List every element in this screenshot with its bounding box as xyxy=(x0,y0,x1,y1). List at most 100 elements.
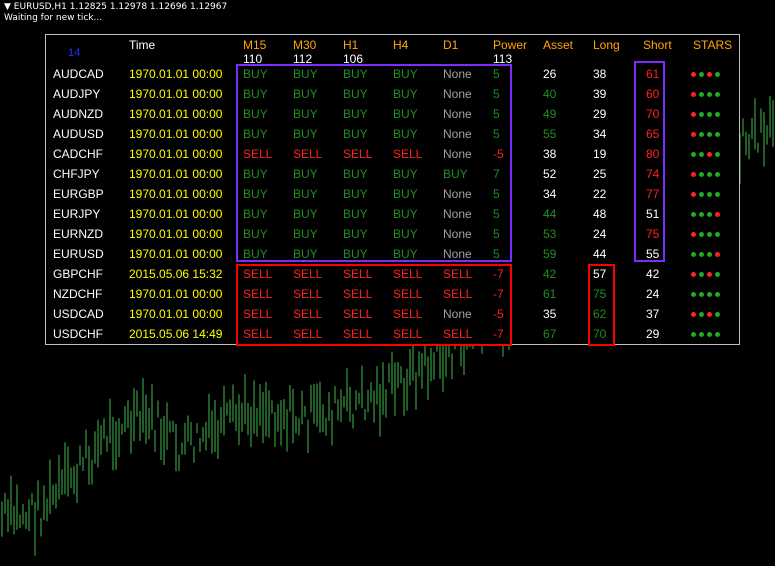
short-value: 24 xyxy=(646,287,660,301)
signal-m15: SELL xyxy=(243,307,273,321)
signal-time: 2015.05.06 14:49 xyxy=(129,327,223,341)
signal-m30: BUY xyxy=(293,67,318,81)
collapse-arrow-icon[interactable]: ▼ xyxy=(4,2,14,12)
pair-label: AUDNZD xyxy=(53,107,103,121)
signal-d1: SELL xyxy=(443,327,473,341)
signal-time: 1970.01.01 00:00 xyxy=(129,127,223,141)
long-value: 25 xyxy=(593,167,607,181)
long-value: 34 xyxy=(593,127,607,141)
star-dot-red xyxy=(715,252,720,257)
star-dot-green xyxy=(707,92,712,97)
power-value: -7 xyxy=(493,287,504,301)
signal-time: 1970.01.01 00:00 xyxy=(129,287,223,301)
asset-value: 26 xyxy=(543,67,557,81)
asset-value: 44 xyxy=(543,207,557,221)
signal-time: 2015.05.06 15:32 xyxy=(129,267,223,281)
signal-h1: BUY xyxy=(343,127,368,141)
long-value: 38 xyxy=(593,67,607,81)
star-dot-green xyxy=(699,272,704,277)
signal-m30: BUY xyxy=(293,227,318,241)
star-dot-green xyxy=(715,152,720,157)
star-dot-red xyxy=(691,112,696,117)
pair-label: EURGBP xyxy=(53,187,104,201)
signal-time: 1970.01.01 00:00 xyxy=(129,107,223,121)
star-dot-red xyxy=(691,72,696,77)
long-value: 29 xyxy=(593,107,607,121)
asset-value: 35 xyxy=(543,307,557,321)
signal-d1: SELL xyxy=(443,267,473,281)
power-value: 5 xyxy=(493,227,500,241)
long-value: 22 xyxy=(593,187,607,201)
pair-label: GBPCHF xyxy=(53,267,104,281)
star-dot-red xyxy=(715,212,720,217)
asset-value: 52 xyxy=(543,167,557,181)
star-dot-green xyxy=(691,152,696,157)
signal-m30: BUY xyxy=(293,167,318,181)
pair-label: AUDCAD xyxy=(53,67,104,81)
star-dot-green xyxy=(715,292,720,297)
pair-label: EURUSD xyxy=(53,247,104,261)
star-dot-red xyxy=(691,232,696,237)
power-value: 5 xyxy=(493,107,500,121)
star-dot-green xyxy=(691,252,696,257)
short-value: 29 xyxy=(646,327,660,341)
signal-d1: BUY xyxy=(443,167,468,181)
signal-d1: None xyxy=(443,127,472,141)
star-dot-green xyxy=(699,72,704,77)
chart-symbol-line: ▼ EURUSD,H1 1.12825 1.12978 1.12696 1.12… xyxy=(4,2,228,12)
power-value: 7 xyxy=(493,167,500,181)
signal-h1: BUY xyxy=(343,247,368,261)
power-value: 5 xyxy=(493,207,500,221)
star-dot-green xyxy=(699,252,704,257)
signal-m15: SELL xyxy=(243,267,273,281)
signal-h4: BUY xyxy=(393,207,418,221)
signal-h1: SELL xyxy=(343,267,373,281)
long-value: 19 xyxy=(593,147,607,161)
star-dot-green xyxy=(691,332,696,337)
star-dot-green xyxy=(715,72,720,77)
pair-label: USDCHF xyxy=(53,327,103,341)
signal-h1: BUY xyxy=(343,167,368,181)
signal-m15: BUY xyxy=(243,67,268,81)
long-value: 70 xyxy=(593,327,607,341)
pair-label: AUDJPY xyxy=(53,87,101,101)
short-value: 74 xyxy=(646,167,660,181)
pair-label: CADCHF xyxy=(53,147,103,161)
signal-m30: BUY xyxy=(293,87,318,101)
star-dot-red xyxy=(691,272,696,277)
signal-m30: SELL xyxy=(293,327,323,341)
power-value: 5 xyxy=(493,67,500,81)
star-dot-green xyxy=(707,292,712,297)
short-value: 55 xyxy=(646,247,660,261)
pair-label: NZDCHF xyxy=(53,287,103,301)
star-dot-green xyxy=(707,132,712,137)
corner-value: 14 xyxy=(68,47,81,59)
signal-h1: SELL xyxy=(343,327,373,341)
signal-h4: BUY xyxy=(393,227,418,241)
star-dot-green xyxy=(707,332,712,337)
star-dot-green xyxy=(707,192,712,197)
header-m15: M15 xyxy=(243,38,267,52)
star-dot-red xyxy=(691,92,696,97)
signal-h1: BUY xyxy=(343,207,368,221)
header-h4: H4 xyxy=(393,38,409,52)
star-dot-red xyxy=(707,312,712,317)
signal-m30: BUY xyxy=(293,207,318,221)
short-value: 77 xyxy=(646,187,660,201)
star-dot-green xyxy=(699,132,704,137)
signal-d1: None xyxy=(443,227,472,241)
signal-m30: SELL xyxy=(293,267,323,281)
signal-d1: None xyxy=(443,247,472,261)
long-value: 62 xyxy=(593,307,607,321)
chart-header: ▼ EURUSD,H1 1.12825 1.12978 1.12696 1.12… xyxy=(4,2,227,24)
signal-m30: BUY xyxy=(293,127,318,141)
star-dot-red xyxy=(691,172,696,177)
signal-d1: None xyxy=(443,107,472,121)
signal-h4: BUY xyxy=(393,127,418,141)
signal-h1: SELL xyxy=(343,147,373,161)
star-dot-green xyxy=(707,112,712,117)
signal-m15: SELL xyxy=(243,147,273,161)
signal-d1: None xyxy=(443,207,472,221)
signal-d1: SELL xyxy=(443,287,473,301)
signal-h4: SELL xyxy=(393,267,423,281)
